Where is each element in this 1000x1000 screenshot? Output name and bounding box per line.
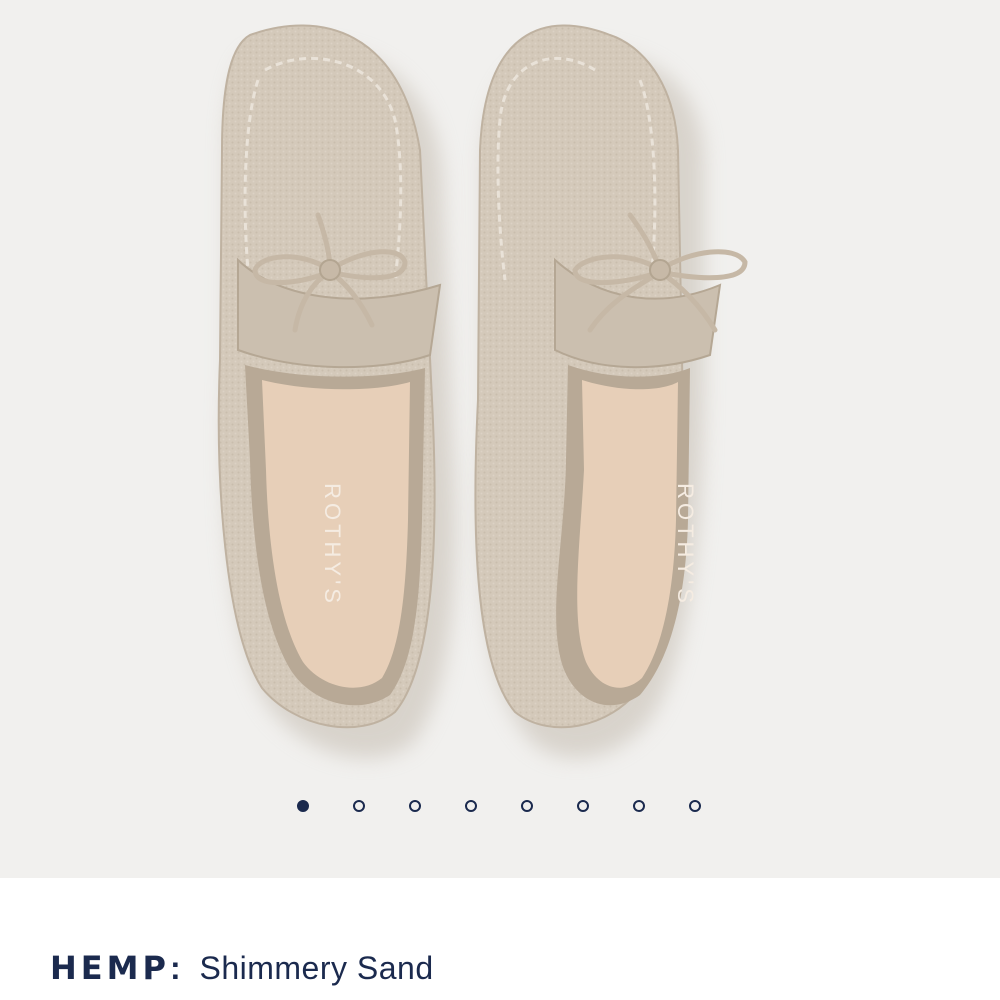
carousel-dot-4[interactable] xyxy=(465,800,477,812)
product-page: ROTHY'S ROTHY'S HEMP: Shimmery Sand xyxy=(0,0,1000,1000)
left-shoe: ROTHY'S xyxy=(217,24,456,759)
carousel-dot-1[interactable] xyxy=(297,800,309,812)
carousel-dot-3[interactable] xyxy=(409,800,421,812)
product-image: ROTHY'S ROTHY'S xyxy=(217,24,748,759)
carousel-pagination xyxy=(0,800,1000,816)
right-insole-brand: ROTHY'S xyxy=(673,483,698,607)
left-insole-brand: ROTHY'S xyxy=(320,483,345,607)
selected-color-label: HEMP: Shimmery Sand xyxy=(50,948,434,988)
product-image-gallery[interactable]: ROTHY'S ROTHY'S xyxy=(0,0,1000,878)
carousel-dot-6[interactable] xyxy=(577,800,589,812)
carousel-dot-8[interactable] xyxy=(689,800,701,812)
material-separator: : xyxy=(169,950,185,986)
carousel-dot-5[interactable] xyxy=(521,800,533,812)
color-name: Shimmery Sand xyxy=(199,950,434,986)
carousel-dot-2[interactable] xyxy=(353,800,365,812)
right-shoe: ROTHY'S xyxy=(474,24,748,759)
carousel-dot-7[interactable] xyxy=(633,800,645,812)
material-label: HEMP xyxy=(50,949,170,987)
